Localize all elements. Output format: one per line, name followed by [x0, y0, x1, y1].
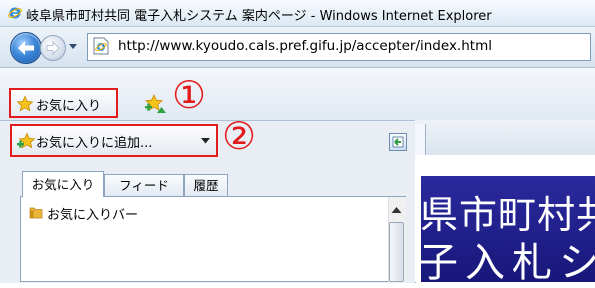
list-item-favorites-bar[interactable]: お気に入りバー: [47, 204, 138, 223]
scrollbar-thumb[interactable]: [389, 222, 404, 282]
tab-feeds[interactable]: フィード: [104, 174, 184, 196]
tab-favorites[interactable]: お気に入り: [22, 171, 104, 197]
star-icon: [16, 95, 34, 112]
browser-tab[interactable]: [415, 124, 426, 155]
banner-title-line-2: 子入札シ: [418, 240, 595, 286]
page-icon: [93, 37, 109, 55]
favorites-label: お気に入り: [36, 99, 102, 114]
add-to-favorites-label: お気に入りに追加...: [36, 136, 153, 151]
forward-arrow-icon: [46, 41, 60, 55]
add-favorite-icon: [17, 132, 36, 149]
back-arrow-icon: [18, 41, 34, 55]
scroll-up-icon[interactable]: [391, 206, 402, 214]
history-dropdown-icon[interactable]: [68, 41, 78, 51]
ie-logo-icon: [8, 7, 22, 19]
address-url: http://www.kyoudo.cals.pref.gifu.jp/acce…: [118, 38, 492, 54]
pin-pane-icon: [392, 136, 404, 148]
chevron-down-icon[interactable]: [201, 138, 210, 144]
folder-icon: [29, 207, 43, 219]
add-to-favorites-bar-icon[interactable]: [143, 93, 167, 115]
back-button[interactable]: [10, 32, 42, 64]
window-title: 岐阜県市町村共同 電子入札システム 案内ページ - Windows Intern…: [26, 9, 492, 24]
tab-history[interactable]: 履歴: [184, 174, 228, 196]
pin-pane-button[interactable]: [389, 133, 407, 151]
callout-number-2: ②: [221, 114, 257, 158]
browser-tab-strip: [415, 120, 595, 156]
forward-button[interactable]: [40, 35, 66, 61]
callout-number-1: ①: [171, 73, 207, 117]
